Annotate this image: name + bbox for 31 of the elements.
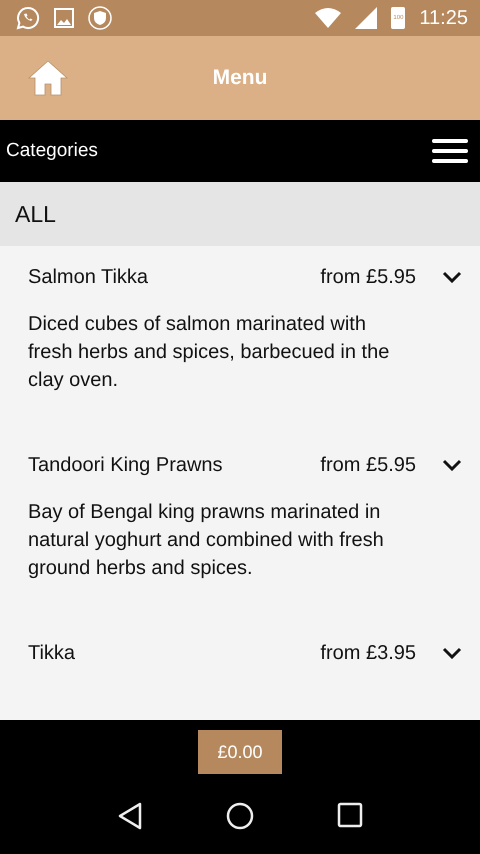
shield-icon <box>88 6 112 30</box>
chevron-down-icon[interactable] <box>442 459 462 471</box>
categories-label: Categories <box>6 140 98 162</box>
recents-button[interactable] <box>337 802 364 830</box>
image-icon <box>54 8 74 28</box>
signal-icon <box>355 7 378 29</box>
dish-price: from £3.95 <box>320 642 416 664</box>
wifi-icon <box>315 8 342 28</box>
back-button[interactable] <box>116 802 143 830</box>
clock: 11:25 <box>419 6 468 30</box>
menu-icon <box>432 138 468 164</box>
dish-name: Tikka <box>28 642 76 664</box>
chat-icon <box>16 6 40 30</box>
category-title: ALL <box>15 200 56 228</box>
dish-name: Tandoori King Prawns <box>28 454 224 476</box>
dish-description: Bay of Bengal king prawns marinated in natural yoghurt and combined with fresh ground herbs and spices. <box>28 500 385 581</box>
menu-button[interactable] <box>432 138 468 164</box>
home-nav-button[interactable] <box>226 802 254 830</box>
home-icon <box>28 60 68 96</box>
dish-name: Salmon Tikka <box>28 266 150 288</box>
dish-price: from £5.95 <box>320 454 416 476</box>
chevron-down-icon[interactable] <box>442 271 462 283</box>
cart-total-button[interactable]: £0.00 <box>198 730 282 774</box>
dish-description: Diced cubes of salmon marinated with fresh herbs and spices, barbecued in the clay oven. <box>28 312 390 393</box>
chevron-down-icon[interactable] <box>442 647 462 659</box>
home-button[interactable] <box>28 60 68 96</box>
square-icon <box>337 802 364 828</box>
page-title: Menu <box>212 66 268 90</box>
circle-icon <box>226 802 254 830</box>
dish-price: from £5.95 <box>320 266 416 288</box>
back-icon <box>116 802 143 830</box>
